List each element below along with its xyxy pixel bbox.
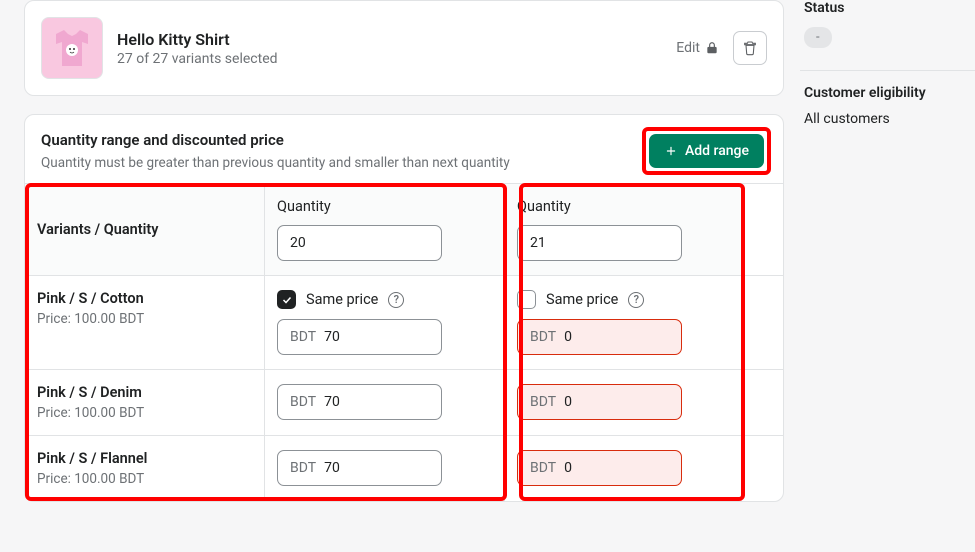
product-actions: Edit (676, 31, 767, 65)
price-input-r2-c2[interactable]: BDT (517, 384, 682, 420)
table-row: Pink / S / Cotton Price: 100.00 BDT Same… (25, 276, 783, 370)
same-price-checkbox-1[interactable] (277, 290, 296, 309)
price-value-input[interactable] (564, 320, 682, 354)
sidebar-column: Status - Customer eligibility All custom… (800, 0, 975, 520)
currency-prefix: BDT (518, 460, 564, 476)
status-section: Status - (800, 0, 975, 70)
lock-icon (705, 41, 719, 55)
sidebar-divider (800, 70, 975, 71)
price-cell-r3-c2: BDT (505, 436, 745, 501)
main-column: Hello Kitty Shirt 27 of 27 variants sele… (0, 0, 784, 520)
quantity-header-cell-2: Quantity (505, 184, 745, 275)
product-subtitle: 27 of 27 variants selected (117, 51, 662, 67)
edit-link: Edit (676, 40, 719, 56)
currency-prefix: BDT (278, 329, 324, 345)
add-range-button[interactable]: Add range (649, 134, 764, 168)
variant-cell: Pink / S / Cotton Price: 100.00 BDT (25, 276, 265, 369)
product-title: Hello Kitty Shirt (117, 30, 662, 49)
price-value-input[interactable] (564, 451, 682, 485)
add-range-label: Add range (685, 143, 749, 159)
currency-prefix: BDT (278, 460, 324, 476)
variant-price: Price: 100.00 BDT (37, 311, 252, 327)
price-input-r2-c1[interactable]: BDT (277, 384, 442, 420)
currency-prefix: BDT (278, 394, 324, 410)
variants-header-cell: Variants / Quantity (25, 184, 265, 275)
pricing-heading: Quantity range and discounted price (41, 131, 510, 149)
price-cell-r2-c2: BDT (505, 370, 745, 435)
price-cell-r1-c1: Same price ? BDT (265, 276, 505, 369)
price-cell-r3-c1: BDT (265, 436, 505, 501)
delete-button[interactable] (733, 31, 767, 65)
pricing-table-wrap: Variants / Quantity Quantity Quantity Pi… (25, 183, 783, 501)
same-price-checkbox-2[interactable] (517, 290, 536, 309)
table-header-row: Variants / Quantity Quantity Quantity (25, 184, 783, 276)
pricing-card: Quantity range and discounted price Quan… (24, 114, 784, 502)
variant-name: Pink / S / Cotton (37, 290, 252, 307)
quantity-header-cell-1: Quantity (265, 184, 505, 275)
variant-cell: Pink / S / Denim Price: 100.00 BDT (25, 370, 265, 435)
same-price-label: Same price (546, 291, 618, 308)
edit-label: Edit (676, 40, 700, 56)
trash-icon (742, 40, 758, 56)
variant-price: Price: 100.00 BDT (37, 471, 252, 487)
quantity-label: Quantity (517, 198, 733, 215)
variant-cell: Pink / S / Flannel Price: 100.00 BDT (25, 436, 265, 501)
table-row: Pink / S / Denim Price: 100.00 BDT BDT B… (25, 370, 783, 436)
product-meta: Hello Kitty Shirt 27 of 27 variants sele… (117, 30, 662, 67)
price-input-r3-c1[interactable]: BDT (277, 450, 442, 486)
pricing-table: Variants / Quantity Quantity Quantity Pi… (25, 183, 783, 501)
price-input-r3-c2[interactable]: BDT (517, 450, 682, 486)
eligibility-heading: Customer eligibility (804, 85, 971, 101)
pricing-header: Quantity range and discounted price Quan… (25, 115, 783, 183)
currency-prefix: BDT (518, 329, 564, 345)
price-value-input[interactable] (324, 320, 442, 354)
table-row: Pink / S / Flannel Price: 100.00 BDT BDT… (25, 436, 783, 501)
currency-prefix: BDT (518, 394, 564, 410)
price-input-r1-c1[interactable]: BDT (277, 319, 442, 355)
pricing-subheading: Quantity must be greater than previous q… (41, 155, 510, 171)
product-thumbnail (41, 17, 103, 79)
status-heading: Status (804, 0, 971, 16)
plus-icon (664, 144, 678, 158)
price-value-input[interactable] (324, 451, 442, 485)
product-card: Hello Kitty Shirt 27 of 27 variants sele… (24, 0, 784, 96)
quantity-input-1[interactable] (277, 225, 442, 261)
shirt-icon (48, 24, 96, 72)
variant-name: Pink / S / Flannel (37, 450, 252, 467)
quantity-input-2[interactable] (517, 225, 682, 261)
price-value-input[interactable] (564, 385, 682, 419)
price-cell-r2-c1: BDT (265, 370, 505, 435)
status-badge: - (804, 27, 832, 48)
help-icon[interactable]: ? (388, 292, 404, 308)
variant-name: Pink / S / Denim (37, 384, 252, 401)
price-value-input[interactable] (324, 385, 442, 419)
help-icon[interactable]: ? (628, 292, 644, 308)
quantity-label: Quantity (277, 198, 492, 215)
variant-price: Price: 100.00 BDT (37, 405, 252, 421)
eligibility-section: Customer eligibility All customers (800, 85, 975, 149)
price-cell-r1-c2: Same price ? BDT (505, 276, 745, 369)
price-input-r1-c2[interactable]: BDT (517, 319, 682, 355)
eligibility-value: All customers (804, 111, 971, 127)
same-price-label: Same price (306, 291, 378, 308)
